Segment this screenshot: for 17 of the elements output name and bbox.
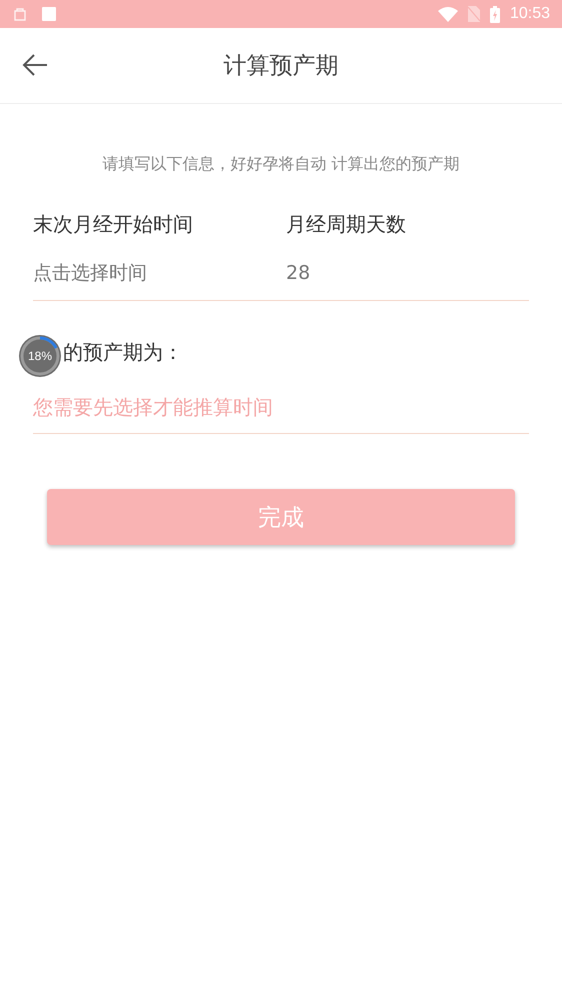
field-label: 月经周期天数 xyxy=(286,211,407,238)
back-arrow-icon xyxy=(22,54,48,76)
progress-widget[interactable]: 18% xyxy=(19,335,61,377)
bag-icon xyxy=(12,6,28,22)
battery-icon xyxy=(490,6,500,22)
result-label: 的预产期为： xyxy=(63,340,183,364)
percent-text: 18% xyxy=(28,349,52,363)
no-sim-icon xyxy=(468,6,480,22)
clock-time: 10:53 xyxy=(510,5,550,23)
instruction-text: 请填写以下信息，好好孕将自动 计算出您的预产期 xyxy=(101,154,461,175)
back-button[interactable] xyxy=(22,54,48,76)
wifi-icon xyxy=(438,6,458,22)
app-icon xyxy=(42,7,56,21)
result-message: 您需要先选择才能推算时间 xyxy=(33,394,274,421)
page-title: 计算预产期 xyxy=(224,52,338,81)
progress-ring-icon xyxy=(19,335,61,377)
field-label: 末次月经开始时间 xyxy=(33,211,194,238)
